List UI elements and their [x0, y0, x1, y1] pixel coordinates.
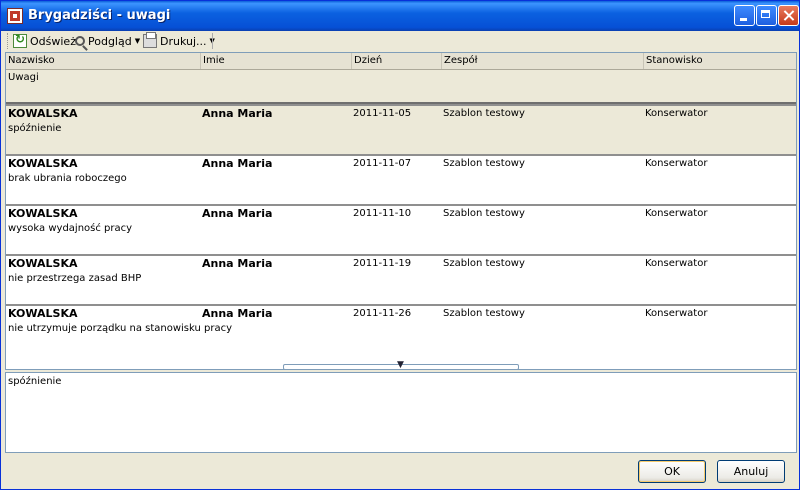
cell-position: Konserwator — [645, 308, 708, 319]
cell-position: Konserwator — [645, 158, 708, 169]
table-row[interactable]: KOWALSKA Anna Maria 2011-11-07 Szablon t… — [6, 154, 796, 204]
remark-detail-panel[interactable]: spóźnienie — [5, 372, 797, 453]
cell-team: Szablon testowy — [443, 308, 525, 319]
column-header-position[interactable]: Stanowisko — [644, 53, 796, 69]
ok-button[interactable]: OK — [638, 460, 706, 483]
cell-surname: KOWALSKA — [8, 207, 78, 220]
refresh-label: Odśwież — [30, 34, 76, 48]
table-row[interactable]: KOWALSKA Anna Maria 2011-11-19 Szablon t… — [6, 254, 796, 304]
cell-day: 2011-11-19 — [353, 258, 412, 269]
app-icon[interactable] — [7, 8, 23, 24]
table-row[interactable]: KOWALSKA Anna Maria 2011-11-10 Szablon t… — [6, 204, 796, 254]
table-row[interactable]: KOWALSKA Anna Maria 2011-11-26 Szablon t… — [6, 304, 796, 354]
cell-day: 2011-11-05 — [353, 108, 412, 119]
cell-team: Szablon testowy — [443, 108, 525, 119]
toolbar: Odśwież Podgląd ▼ Drukuj... ▼ — [5, 30, 797, 52]
cell-remark: nie przestrzega zasad BHP — [8, 273, 142, 284]
cell-team: Szablon testowy — [443, 158, 525, 169]
column-header-name[interactable]: Imie — [201, 53, 352, 69]
title-bar[interactable]: Brygadziści - uwagi — [1, 1, 799, 31]
refresh-button[interactable]: Odśwież — [13, 31, 76, 51]
cancel-button[interactable]: Anuluj — [717, 460, 785, 483]
column-header-team[interactable]: Zespół — [442, 53, 644, 69]
cell-position: Konserwator — [645, 208, 708, 219]
cell-day: 2011-11-07 — [353, 158, 412, 169]
cell-position: Konserwator — [645, 258, 708, 269]
chevron-down-icon: ▼ — [397, 360, 404, 370]
panel-splitter[interactable]: ▼ — [283, 360, 519, 370]
print-button[interactable]: Drukuj... ▼ — [143, 31, 215, 51]
cell-remark: wysoka wydajność pracy — [8, 223, 133, 234]
cell-remark: spóźnienie — [6, 120, 796, 154]
column-header-day[interactable]: Dzień — [352, 53, 442, 69]
cell-name: Anna Maria — [202, 107, 273, 120]
cell-surname: KOWALSKA — [8, 307, 78, 320]
cell-remark: brak ubrania roboczego — [8, 173, 127, 184]
cell-team: Szablon testowy — [443, 208, 525, 219]
window-title: Brygadziści - uwagi — [28, 8, 171, 23]
toolbar-separator — [212, 33, 213, 49]
refresh-icon — [13, 32, 27, 48]
print-label: Drukuj... — [160, 34, 207, 48]
cell-team: Szablon testowy — [443, 258, 525, 269]
cell-name: Anna Maria — [202, 307, 273, 320]
close-button[interactable] — [778, 5, 799, 26]
table-row[interactable]: KOWALSKA Anna Maria 2011-11-05 Szablon t… — [6, 104, 796, 154]
cell-name: Anna Maria — [202, 257, 273, 270]
cell-remark: nie utrzymuje porządku na stanowisku pra… — [8, 323, 233, 334]
preview-label: Podgląd — [88, 34, 132, 48]
column-header-surname[interactable]: Nazwisko — [6, 53, 201, 69]
remarks-grid[interactable]: Nazwisko Imie Dzień Zespół Stanowisko Uw… — [5, 52, 797, 370]
toolbar-grip[interactable] — [7, 33, 11, 49]
minimize-button[interactable] — [734, 5, 755, 26]
maximize-button[interactable] — [756, 5, 777, 26]
cell-day: 2011-11-10 — [353, 208, 412, 219]
cell-position: Konserwator — [645, 108, 708, 119]
cell-day: 2011-11-26 — [353, 308, 412, 319]
column-header-remarks[interactable]: Uwagi — [6, 70, 796, 104]
preview-button[interactable]: Podgląd ▼ — [75, 31, 140, 51]
magnifier-icon — [75, 36, 85, 46]
cell-surname: KOWALSKA — [8, 157, 78, 170]
remarks-window: Brygadziści - uwagi Odśwież Podgląd ▼ Dr… — [0, 0, 800, 490]
chevron-down-icon: ▼ — [134, 37, 141, 45]
printer-icon — [143, 32, 157, 48]
cell-name: Anna Maria — [202, 157, 273, 170]
cell-name: Anna Maria — [202, 207, 273, 220]
cell-surname: KOWALSKA — [8, 107, 78, 120]
cell-surname: KOWALSKA — [8, 257, 78, 270]
grid-header: Nazwisko Imie Dzień Zespół Stanowisko — [6, 53, 796, 70]
